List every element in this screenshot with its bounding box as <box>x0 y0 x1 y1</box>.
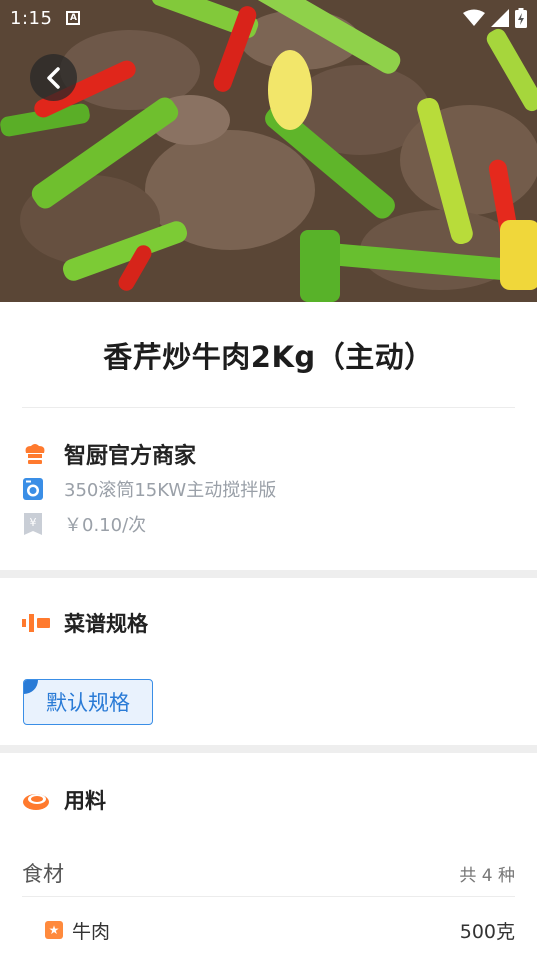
merchant-row[interactable]: 智厨官方商家 <box>22 436 515 471</box>
section-divider <box>0 570 537 578</box>
price-tag-icon: ¥ <box>22 512 50 536</box>
ingredients-section-title: 用料 <box>64 789 106 813</box>
device-model: 350滚筒15KW主动搅拌版 <box>64 479 277 501</box>
washing-machine-icon <box>22 477 50 501</box>
device-row: 350滚筒15KW主动搅拌版 <box>22 471 515 506</box>
star-icon: ★ <box>45 921 63 939</box>
merchant-info: 智厨官方商家 350滚筒15KW主动搅拌版 ¥ ￥0.10/次 <box>22 436 515 541</box>
price-row: ¥ ￥0.10/次 <box>22 506 515 541</box>
spec-icon <box>22 614 50 632</box>
ingredient-category-header: 食材 共 4 种 <box>22 850 515 897</box>
recipe-photo <box>0 0 537 302</box>
spec-section-title: 菜谱规格 <box>64 612 148 636</box>
notification-badge-icon: A <box>66 11 81 25</box>
price-per-use: ￥0.10/次 <box>64 514 147 536</box>
section-divider <box>0 745 537 753</box>
ingredient-count: 共 4 种 <box>459 865 515 886</box>
ingredient-row: ★ 牛肉 500克 <box>45 910 515 950</box>
wifi-icon <box>463 9 485 26</box>
status-time: 1:15 <box>10 7 53 29</box>
recipe-title: 香芹炒牛肉2Kg（主动） <box>103 339 434 374</box>
chef-hat-icon <box>22 442 50 466</box>
ingredients-section-header: 用料 <box>22 785 106 815</box>
ingredient-name: 牛肉 <box>72 920 111 943</box>
selected-corner-marker <box>24 680 38 694</box>
spec-option-default[interactable]: 默认规格 <box>23 679 153 725</box>
status-bar: 1:15 A <box>0 0 537 36</box>
chevron-left-icon <box>46 66 60 89</box>
ingredient-amount: 500克 <box>459 920 515 943</box>
back-button[interactable] <box>30 54 77 101</box>
spec-section-header: 菜谱规格 <box>22 608 148 638</box>
signal-icon <box>491 9 509 27</box>
spec-option-label: 默认规格 <box>46 691 130 715</box>
merchant-name: 智厨官方商家 <box>64 443 197 469</box>
battery-icon <box>515 8 527 28</box>
svg-text:¥: ¥ <box>30 516 37 529</box>
ingredient-category-label: 食材 <box>22 862 64 886</box>
title-area: 香芹炒牛肉2Kg（主动） <box>22 302 515 408</box>
meat-icon <box>23 794 49 810</box>
